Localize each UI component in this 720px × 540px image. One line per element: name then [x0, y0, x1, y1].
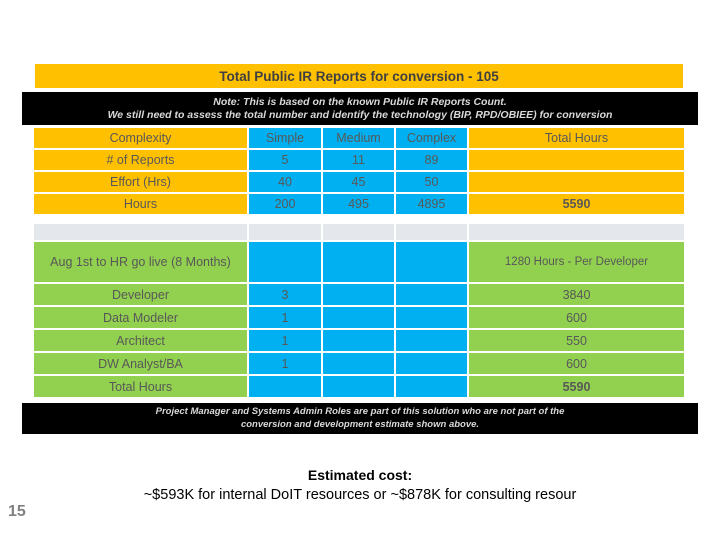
cell-effort-simple: 40 — [248, 171, 322, 193]
cell-hours-total: 5590 — [468, 193, 685, 215]
table-row: Data Modeler 1 600 — [33, 306, 685, 329]
row-label-total-hours: Total Hours — [33, 375, 248, 398]
estimated-cost-block: Estimated cost: ~$593K for internal DoIT… — [0, 466, 720, 506]
header-cell-complex: Complex — [395, 127, 468, 149]
cell-data-modeler-c4 — [395, 306, 468, 329]
cell-architect-c4 — [395, 329, 468, 352]
row-label-reports: # of Reports — [33, 149, 248, 171]
cell-effort-total — [468, 171, 685, 193]
cell-timeline-c3 — [322, 241, 395, 283]
header-cell-medium: Medium — [322, 127, 395, 149]
row-label-data-modeler: Data Modeler — [33, 306, 248, 329]
cell-dw-analyst-total: 600 — [468, 352, 685, 375]
cell-hours-medium: 495 — [322, 193, 395, 215]
resources-table: Aug 1st to HR go live (8 Months) 1280 Ho… — [33, 241, 685, 398]
note-line-2: We still need to assess the total number… — [107, 108, 613, 121]
note-band: Note: This is based on the known Public … — [22, 92, 698, 125]
cell-developer-c4 — [395, 283, 468, 306]
complexity-table: Complexity Simple Medium Complex Total H… — [33, 127, 685, 215]
row-label-architect: Architect — [33, 329, 248, 352]
spacer-cell-3 — [322, 223, 395, 241]
row-label-timeline: Aug 1st to HR go live (8 Months) — [33, 241, 248, 283]
cell-reports-medium: 11 — [322, 149, 395, 171]
slide-canvas: Total Public IR Reports for conversion -… — [0, 0, 720, 540]
cell-data-modeler-c3 — [322, 306, 395, 329]
note-line-1: Note: This is based on the known Public … — [213, 95, 507, 108]
cell-developer-c3 — [322, 283, 395, 306]
cell-total-hours-c3 — [322, 375, 395, 398]
table-row: Architect 1 550 — [33, 329, 685, 352]
table-spacer-strip — [33, 223, 685, 241]
footer-band: Project Manager and Systems Admin Roles … — [22, 403, 698, 434]
cell-architect-c3 — [322, 329, 395, 352]
cell-dw-analyst-c2: 1 — [248, 352, 322, 375]
slide-number: 15 — [8, 503, 26, 520]
cell-timeline-c2 — [248, 241, 322, 283]
header-cell-total-hours: Total Hours — [468, 127, 685, 149]
title-banner: Total Public IR Reports for conversion -… — [35, 64, 683, 88]
cell-reports-total — [468, 149, 685, 171]
row-label-effort: Effort (Hrs) — [33, 171, 248, 193]
header-cell-complexity: Complexity — [33, 127, 248, 149]
cell-architect-c2: 1 — [248, 329, 322, 352]
table-row: # of Reports 5 11 89 — [33, 149, 685, 171]
estimated-cost-title: Estimated cost: — [307, 467, 413, 483]
row-label-dw-analyst: DW Analyst/BA — [33, 352, 248, 375]
cell-data-modeler-c2: 1 — [248, 306, 322, 329]
footer-line-1: Project Manager and Systems Admin Roles … — [155, 406, 565, 417]
table-row: Developer 3 3840 — [33, 283, 685, 306]
table-row: Complexity Simple Medium Complex Total H… — [33, 127, 685, 149]
cell-reports-complex: 89 — [395, 149, 468, 171]
cell-architect-total: 550 — [468, 329, 685, 352]
spacer-cell-1 — [33, 223, 248, 241]
cell-hours-complex: 4895 — [395, 193, 468, 215]
table-row: DW Analyst/BA 1 600 — [33, 352, 685, 375]
cell-hours-simple: 200 — [248, 193, 322, 215]
cell-developer-total: 3840 — [468, 283, 685, 306]
footer-line-2: conversion and development estimate show… — [240, 418, 480, 430]
cell-effort-medium: 45 — [322, 171, 395, 193]
estimated-cost-detail: ~$593K for internal DoIT resources or ~$… — [143, 487, 577, 503]
table-row — [33, 223, 685, 241]
table-row: Effort (Hrs) 40 45 50 — [33, 171, 685, 193]
cell-timeline-c4 — [395, 241, 468, 283]
table-row: Aug 1st to HR go live (8 Months) 1280 Ho… — [33, 241, 685, 283]
spacer-cell-5 — [468, 223, 685, 241]
cell-effort-complex: 50 — [395, 171, 468, 193]
spacer-cell-2 — [248, 223, 322, 241]
table-row: Hours 200 495 4895 5590 — [33, 193, 685, 215]
cell-developer-c2: 3 — [248, 283, 322, 306]
page-title: Total Public IR Reports for conversion -… — [219, 68, 499, 84]
header-cell-simple: Simple — [248, 127, 322, 149]
table-row: Total Hours 5590 — [33, 375, 685, 398]
cell-total-hours-c2 — [248, 375, 322, 398]
cell-dw-analyst-c3 — [322, 352, 395, 375]
row-label-developer: Developer — [33, 283, 248, 306]
cell-total-hours-total: 5590 — [468, 375, 685, 398]
cell-dw-analyst-c4 — [395, 352, 468, 375]
cell-data-modeler-total: 600 — [468, 306, 685, 329]
cell-total-hours-c4 — [395, 375, 468, 398]
cell-reports-simple: 5 — [248, 149, 322, 171]
spacer-cell-4 — [395, 223, 468, 241]
cell-timeline-total: 1280 Hours - Per Developer — [468, 241, 685, 283]
row-label-hours: Hours — [33, 193, 248, 215]
